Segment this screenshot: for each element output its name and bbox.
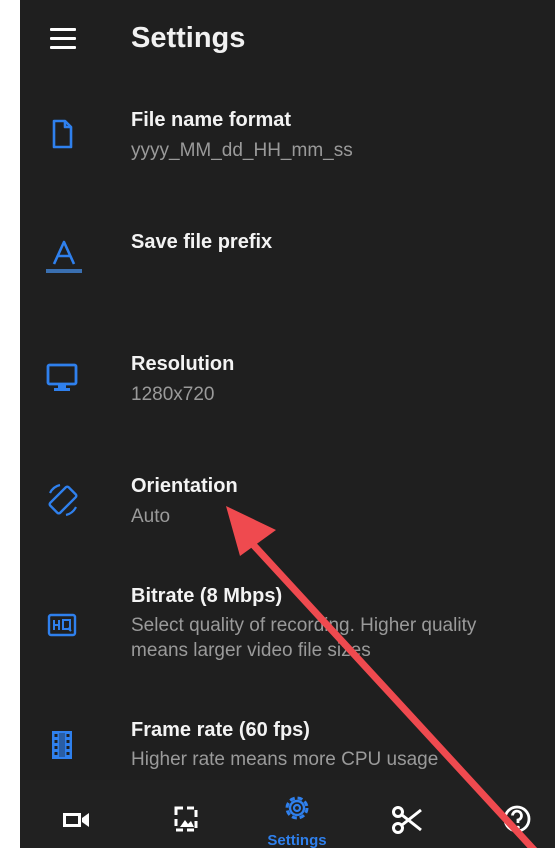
setting-label: Frame rate (60 fps) [131, 719, 310, 741]
setting-file-name-format[interactable]: File name format yyyy_MM_dd_HH_mm_ss [20, 100, 555, 210]
setting-label: Orientation [131, 475, 238, 497]
app-bar: Settings [20, 0, 555, 80]
help-icon [503, 805, 531, 833]
hq-icon [47, 613, 77, 637]
nav-gallery[interactable] [151, 780, 221, 848]
nav-trim[interactable] [372, 780, 442, 848]
file-icon [52, 119, 73, 149]
scissors-icon [392, 806, 422, 834]
settings-screen: Settings File name format yyyy_MM_dd_HH_… [20, 0, 555, 848]
nav-help[interactable] [482, 780, 552, 848]
film-icon [52, 731, 72, 759]
setting-value: Higher rate means more CPU usage [131, 749, 439, 770]
nav-settings[interactable]: Settings [262, 780, 332, 848]
setting-value: 1280x720 [131, 384, 215, 405]
image-icon [174, 806, 198, 832]
nav-settings-label: Settings [267, 832, 327, 848]
setting-value: yyyy_MM_dd_HH_mm_ss [131, 140, 353, 161]
nav-record[interactable] [41, 780, 111, 848]
setting-label: Save file prefix [131, 231, 273, 253]
setting-label: Bitrate (8 Mbps) [131, 585, 283, 607]
setting-label: Resolution [131, 353, 235, 375]
video-camera-icon [63, 813, 89, 827]
setting-frame-rate[interactable]: Frame rate (60 fps) Higher rate means mo… [20, 710, 555, 780]
setting-orientation[interactable]: Orientation Auto [20, 466, 555, 576]
setting-label: File name format [131, 109, 292, 131]
page-title: Settings [131, 22, 246, 54]
setting-bitrate[interactable]: Bitrate (8 Mbps) Select quality of recor… [20, 576, 555, 696]
monitor-icon [46, 363, 78, 391]
setting-save-file-prefix[interactable]: Save file prefix [20, 222, 555, 332]
hamburger-menu-icon[interactable] [46, 24, 80, 54]
text-format-icon [46, 240, 82, 273]
bottom-navigation: Settings [20, 780, 555, 848]
settings-gear-icon [285, 796, 309, 820]
setting-resolution[interactable]: Resolution 1280x720 [20, 344, 555, 454]
screen-rotation-icon [48, 483, 78, 517]
setting-value: Select quality of recording. Higher qual… [131, 615, 477, 661]
setting-value: Auto [131, 506, 171, 527]
